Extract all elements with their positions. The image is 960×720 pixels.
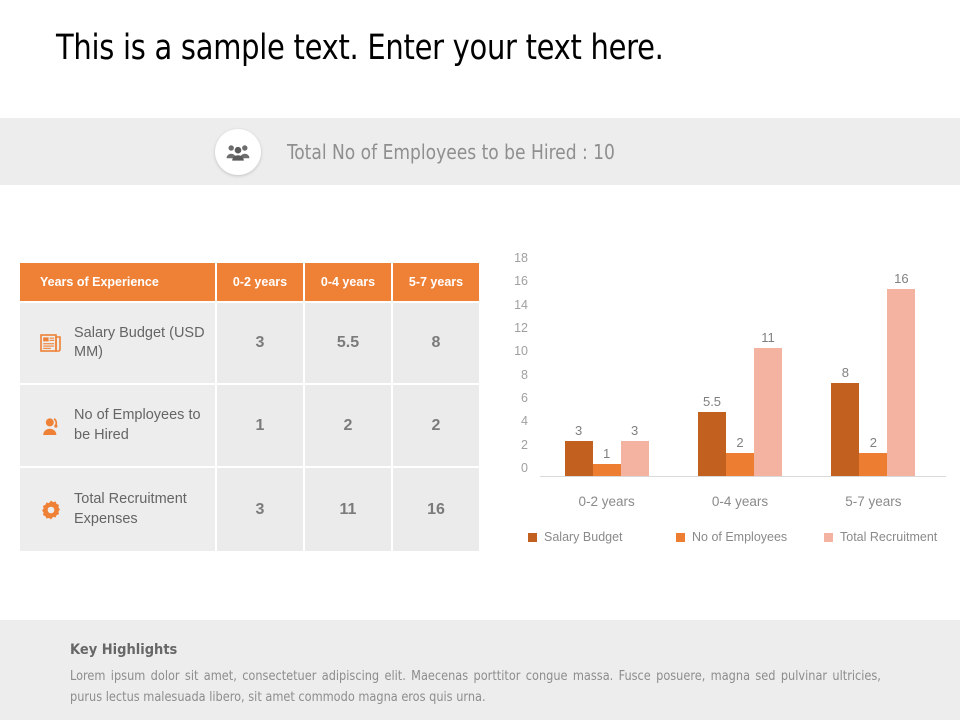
title-bar: This is a sample text. Enter your text h… xyxy=(0,0,960,118)
legend-label: Salary Budget xyxy=(544,530,623,544)
bar-value-label: 16 xyxy=(894,271,909,287)
bar xyxy=(859,452,888,476)
table-cell-value: 2 xyxy=(305,385,391,466)
table-cell-value: 5.5 xyxy=(305,303,391,383)
legend-swatch xyxy=(824,532,833,542)
table-row-label: No of Employees to be Hired xyxy=(74,407,201,443)
table-row: Salary Budget (USD MM) 3 5.5 8 xyxy=(20,303,479,383)
legend-item[interactable]: Salary Budget xyxy=(528,530,623,544)
table-header-0-2-years: 0-2 years xyxy=(217,263,303,301)
y-axis-tick: 2 xyxy=(521,437,528,452)
bar-value-label: 11 xyxy=(761,329,775,345)
bar xyxy=(754,347,782,476)
y-axis-tick: 6 xyxy=(521,391,528,405)
legend-label: No of Employees xyxy=(692,530,788,544)
x-axis-label: 0-2 years xyxy=(578,494,635,509)
table-row: No of Employees to be Hired 1 2 2 xyxy=(20,385,479,466)
page-title: This is a sample text. Enter your text h… xyxy=(56,28,664,68)
y-axis-tick: 16 xyxy=(514,274,528,289)
y-axis-tick: 8 xyxy=(521,367,528,382)
legend-swatch xyxy=(676,532,685,542)
support-agent-icon xyxy=(34,416,68,436)
table-cell-value: 3 xyxy=(217,468,303,551)
table-row-label: Salary Budget (USD MM) xyxy=(74,324,205,360)
banner-title: Total No of Employees to be Hired : 10 xyxy=(287,140,615,164)
gear-icon xyxy=(34,499,68,521)
table-cell-value: 8 xyxy=(393,303,479,383)
bar-value-label: 2 xyxy=(736,434,744,450)
table-cell-value: 16 xyxy=(393,468,479,551)
table-cell-value: 1 xyxy=(217,385,303,466)
table-cell-value: 3 xyxy=(217,303,303,383)
table-row-label-cell: No of Employees to be Hired xyxy=(20,385,215,466)
table-cell-value: 11 xyxy=(305,468,391,551)
bar xyxy=(831,382,860,476)
grouped-bar-chart: 18 16 14 12 10 8 6 4 2 0 3 1 3 0-2 years 5.5 2 11 0-4 ye… xyxy=(498,251,950,558)
experience-table: Years of Experience 0-2 years 0-4 years … xyxy=(20,263,479,553)
bar-group: 3 1 3 xyxy=(564,266,649,476)
table-row: Total Recruitment Expenses 3 11 16 xyxy=(20,468,479,551)
bar-value-label: 3 xyxy=(631,423,639,438)
bar-group: 8 2 16 xyxy=(831,266,916,476)
bar-value-label: 8 xyxy=(841,364,849,380)
y-axis-tick: 4 xyxy=(521,414,528,429)
table-header-experience: Years of Experience xyxy=(20,263,215,301)
bar-group: 5.5 2 11 xyxy=(698,266,782,476)
table-row-label-cell: Total Recruitment Expenses xyxy=(20,468,215,551)
table-header-5-7-years: 5-7 years xyxy=(393,263,479,301)
legend-label: Total Recruitment xyxy=(840,530,938,544)
bar xyxy=(564,441,593,476)
bar xyxy=(726,452,754,476)
y-axis-tick: 14 xyxy=(514,297,528,312)
newspaper-icon xyxy=(34,333,68,353)
chart-plot-area: 3 1 3 0-2 years 5.5 2 11 0-4 years 8 2 16 5-7 years xyxy=(544,266,944,509)
table-row-label-cell: Salary Budget (USD MM) xyxy=(20,303,215,383)
legend-swatch xyxy=(528,532,537,542)
people-group-icon xyxy=(215,129,261,175)
bar-value-label: 1 xyxy=(603,446,611,462)
table-header-row: Years of Experience 0-2 years 0-4 years … xyxy=(20,263,479,301)
x-axis-label: 5-7 years xyxy=(845,494,902,509)
y-axis-tick: 10 xyxy=(514,344,528,359)
bar xyxy=(698,411,726,476)
bar-value-label: 2 xyxy=(869,434,877,450)
bar-value-label: 3 xyxy=(575,423,583,438)
key-highlights-title: Key Highlights xyxy=(70,642,178,658)
chart-baseline xyxy=(540,476,946,477)
bar xyxy=(887,289,916,476)
table-header-0-4-years: 0-4 years xyxy=(305,263,391,301)
legend-item[interactable]: No of Employees xyxy=(676,530,787,544)
table-row-label: Total Recruitment Expenses xyxy=(74,491,187,527)
bar xyxy=(620,441,649,476)
y-axis-tick: 18 xyxy=(514,251,528,265)
y-axis-tick: 12 xyxy=(514,321,528,335)
chart-y-axis: 18 16 14 12 10 8 6 4 2 0 xyxy=(498,251,528,476)
y-axis-tick: 0 xyxy=(521,461,528,475)
bar-value-label: 5.5 xyxy=(702,393,722,409)
table-cell-value: 2 xyxy=(393,385,479,466)
key-highlights-body: Lorem ipsum dolor sit amet, consectetuer… xyxy=(70,669,881,706)
x-axis-label: 0-4 years xyxy=(711,494,769,509)
bar xyxy=(592,464,621,476)
table-body: Salary Budget (USD MM) 3 5.5 8 No of Emp… xyxy=(20,303,479,551)
legend-item[interactable]: Total Recruitment xyxy=(824,530,937,544)
